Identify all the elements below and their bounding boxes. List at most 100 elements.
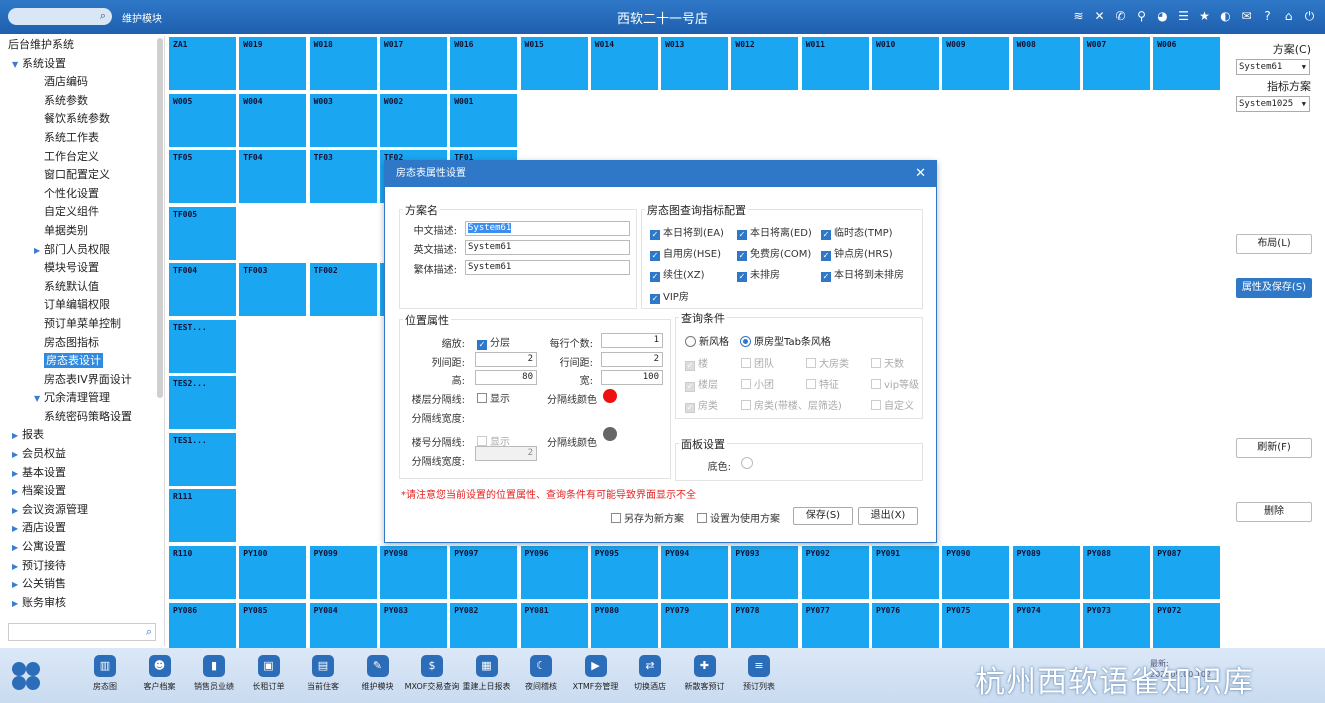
layout-button[interactable]: 布局(L) — [1236, 234, 1312, 254]
query-checkbox[interactable]: vip等级 — [871, 376, 919, 391]
expand-arrow-icon[interactable]: ▶ — [12, 595, 22, 614]
room-cell[interactable]: PY089 — [1011, 545, 1081, 600]
room-cell[interactable]: TES2... — [168, 375, 237, 430]
room-cell[interactable]: W018 — [308, 36, 378, 91]
height-input[interactable]: 80 — [475, 370, 537, 385]
set-as-use-checkbox[interactable]: 设置为使用方案 — [697, 510, 780, 525]
room-cell[interactable]: W013 — [660, 36, 730, 91]
expand-arrow-icon[interactable]: ▶ — [12, 576, 22, 595]
query-checkbox[interactable]: 团队 — [741, 355, 774, 370]
index-checkbox[interactable]: ✓ 未排房 — [737, 266, 780, 282]
radio-old-style[interactable]: 原房型Tab条风格 — [740, 333, 831, 348]
room-cell[interactable]: W010 — [871, 36, 940, 91]
room-cell[interactable]: W002 — [378, 93, 448, 148]
sidebar-item[interactable]: 房态表设计 — [0, 352, 156, 371]
index-checkbox[interactable]: ✓ VIP房 — [650, 288, 689, 304]
expand-arrow-icon[interactable]: ▼ — [12, 56, 22, 75]
room-cell[interactable]: W001 — [449, 93, 519, 148]
home-icon[interactable]: ⌂ — [1281, 8, 1296, 24]
index-checkbox[interactable]: ✓ 临时态(TMP) — [821, 224, 893, 240]
index-checkbox[interactable]: ✓ 本日将到未排房 — [821, 266, 904, 282]
col-gap-input[interactable]: 2 — [475, 352, 537, 367]
query-checkbox[interactable]: 特征 — [806, 376, 839, 391]
sep-color-swatch[interactable] — [603, 389, 617, 403]
expand-arrow-icon[interactable]: ▼ — [34, 390, 44, 409]
dialog-save-button[interactable]: 保存(S) — [793, 507, 853, 525]
sidebar-item[interactable]: 后台维护系统 — [0, 36, 156, 55]
room-cell[interactable]: TF002 — [308, 262, 378, 317]
room-cell[interactable]: PY100 — [238, 545, 308, 600]
sidebar-item[interactable]: 系统密码策略设置 — [0, 408, 156, 427]
taskbar-item[interactable]: ≡ 预订列表 — [730, 655, 788, 692]
sidebar-item[interactable]: 系统工作表 — [0, 129, 156, 148]
radio-new-style[interactable]: 新风格 — [685, 333, 729, 348]
taskbar-item[interactable]: ▣ 长租订单 — [240, 655, 298, 692]
expand-arrow-icon[interactable]: ▶ — [12, 520, 22, 539]
room-cell[interactable]: R110 — [168, 545, 237, 600]
scheme-select[interactable]: System61 ▼ — [1236, 59, 1310, 75]
floor-sep-show-checkbox[interactable]: 显示 — [477, 390, 510, 405]
sidebar-item[interactable]: ▶ 档案设置 — [0, 482, 156, 501]
search-icon[interactable]: ⌕ — [100, 9, 106, 23]
room-cell[interactable]: PY098 — [378, 545, 448, 600]
sidebar-item[interactable]: 系统默认值 — [0, 278, 156, 297]
room-cell[interactable]: W014 — [589, 36, 659, 91]
expand-arrow-icon[interactable]: ▶ — [12, 427, 22, 446]
room-cell[interactable]: PY095 — [589, 545, 659, 600]
room-cell[interactable]: PY087 — [1152, 545, 1222, 600]
index-checkbox[interactable]: ✓ 续住(XZ) — [650, 266, 705, 282]
room-cell[interactable]: W004 — [238, 93, 308, 148]
mail-icon[interactable]: ✉ — [1239, 8, 1254, 24]
sidebar-item[interactable]: 餐饮系统参数 — [0, 110, 156, 129]
refresh-button[interactable]: 刷新(F) — [1236, 438, 1312, 458]
query-checkbox[interactable]: 房类(带楼、层筛选) — [741, 397, 842, 412]
star-icon[interactable]: ★ — [1197, 8, 1212, 24]
room-cell[interactable]: PY096 — [519, 545, 589, 600]
room-cell[interactable]: W017 — [378, 36, 448, 91]
app-logo-icon[interactable] — [10, 660, 42, 692]
sidebar-item[interactable]: ▶ 酒店设置 — [0, 519, 156, 538]
sidebar-item[interactable]: 工作台定义 — [0, 148, 156, 167]
sep-color-swatch-2[interactable] — [603, 427, 617, 441]
menu-search-input[interactable]: ⌕ — [8, 623, 156, 641]
room-cell[interactable]: W012 — [730, 36, 800, 91]
room-cell[interactable]: W007 — [1081, 36, 1151, 91]
room-cell[interactable]: PY099 — [308, 545, 378, 600]
sidebar-item[interactable]: 个性化设置 — [0, 185, 156, 204]
query-checkbox[interactable]: ✓ 房类 — [685, 397, 718, 413]
room-cell[interactable]: R111 — [168, 488, 237, 543]
global-search-input[interactable]: ⌕ — [8, 8, 112, 25]
help-icon[interactable]: ? — [1260, 8, 1275, 24]
query-checkbox[interactable]: 大房类 — [806, 355, 849, 370]
taskbar-item[interactable]: ✚ 新散客预订 — [676, 655, 734, 692]
save-properties-button[interactable]: 属性及保存(S) — [1236, 278, 1312, 298]
en-desc-input[interactable]: System61 — [465, 240, 630, 255]
room-cell[interactable]: TEST... — [168, 319, 237, 374]
wifi-icon[interactable]: ≋ — [1071, 8, 1086, 24]
per-row-input[interactable]: 1 — [601, 333, 663, 348]
room-cell[interactable]: W011 — [800, 36, 870, 91]
index-scheme-select[interactable]: System1025 ▼ — [1236, 96, 1310, 112]
room-cell[interactable]: PY090 — [941, 545, 1011, 600]
taskbar-item[interactable]: ☾ 夜间稽核 — [512, 655, 570, 692]
index-checkbox[interactable]: ✓ 免费房(COM) — [737, 245, 811, 261]
cn-desc-input[interactable]: System61 — [465, 221, 630, 236]
sidebar-item[interactable]: 单据类别 — [0, 222, 156, 241]
sidebar-item[interactable]: ▼ 冗余清理管理 — [0, 389, 156, 408]
sidebar-item[interactable]: ▶ 报表 — [0, 426, 156, 445]
width-input[interactable]: 100 — [601, 370, 663, 385]
phone-icon[interactable]: ✆ — [1113, 8, 1128, 24]
room-cell[interactable]: TES1... — [168, 432, 237, 487]
room-cell[interactable]: W005 — [168, 93, 237, 148]
taskbar-item[interactable]: ▤ 当前住客 — [294, 655, 352, 692]
room-cell[interactable]: TF03 — [308, 149, 378, 204]
room-cell[interactable]: W008 — [1011, 36, 1081, 91]
dialog-exit-button[interactable]: 退出(X) — [858, 507, 918, 525]
palette-icon[interactable]: ◕ — [1155, 8, 1170, 24]
sidebar-item[interactable]: 系统参数 — [0, 92, 156, 111]
search-icon[interactable]: ⌕ — [146, 625, 152, 639]
index-checkbox[interactable]: ✓ 自用房(HSE) — [650, 245, 721, 261]
save-as-new-checkbox[interactable]: 另存为新方案 — [611, 510, 684, 525]
taskbar-item[interactable]: $ MXOF交易查询 — [403, 655, 461, 692]
delete-button[interactable]: 删除 — [1236, 502, 1312, 522]
